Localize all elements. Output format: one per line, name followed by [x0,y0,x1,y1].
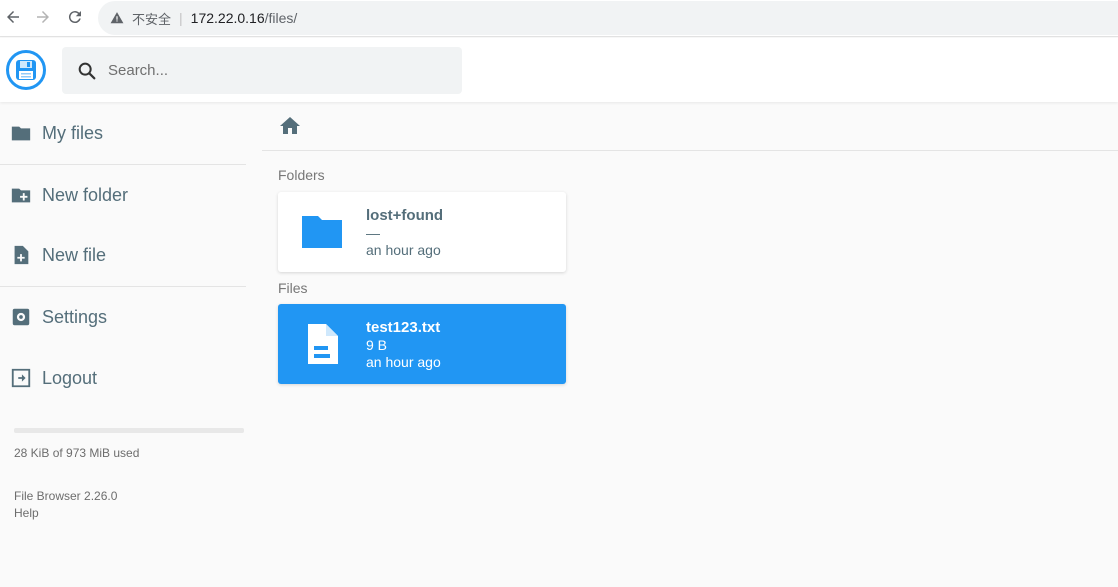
file-info: test123.txt 9 B an hour ago [366,318,441,371]
sidebar-item-logout[interactable]: Logout [0,354,246,402]
create-new-folder-icon [11,188,31,203]
folder-info: lost+found — an hour ago [366,206,443,259]
description-icon [278,314,366,374]
folder-name: lost+found [366,206,444,224]
app-header [0,38,1118,102]
url-host: 172.22.0.16 [190,10,265,26]
breadcrumb-divider [262,150,1118,151]
sidebar-item-new-folder[interactable]: New folder [0,171,246,219]
filebrowser-logo-icon[interactable] [6,50,46,90]
sidebar-item-settings[interactable]: Settings [0,293,246,341]
insecure-label: 不安全 [132,11,172,27]
help-link[interactable]: Help [14,505,117,522]
file-name: test123.txt [366,318,441,336]
sidebar-item-label: New file [42,244,107,265]
sidebar-divider [0,286,246,287]
folder-modified: an hour ago [366,241,441,258]
sidebar-item-label: Logout [42,367,98,388]
folder-size: — [366,224,380,241]
sidebar-item-label: Settings [42,306,108,327]
folder-icon [11,126,31,141]
settings-icon [12,308,30,326]
sidebar-item-new-file[interactable]: New file [0,231,246,279]
search-input[interactable] [108,62,438,79]
files-heading: Files [278,280,308,296]
home-icon[interactable] [278,114,302,138]
sidebar: My files New folder New file Settings Lo… [0,102,246,587]
address-bar[interactable]: 不安全 | 172.22.0.16/files/ [98,1,1118,35]
file-modified: an hour ago [366,353,441,370]
sidebar-divider [0,164,246,165]
footer-info: File Browser 2.26.0 Help [14,488,117,522]
search-box[interactable] [62,47,462,94]
warning-icon [110,12,124,24]
storage-usage-bar [14,428,244,433]
folders-heading: Folders [278,167,325,183]
url-path: /files/ [264,10,298,26]
folder-icon [278,208,366,256]
file-size: 9 B [366,336,388,353]
version-label: File Browser 2.26.0 [14,489,118,503]
sidebar-item-label: New folder [42,184,129,205]
back-arrow-icon[interactable] [2,6,24,28]
url-separator: | [179,10,183,26]
exit-icon [11,368,31,388]
file-listing: Folders lost+found — an hour ago Files t… [262,102,1118,587]
browser-toolbar: 不安全 | 172.22.0.16/files/ [0,0,1118,37]
folder-item[interactable]: lost+found — an hour ago [278,192,566,272]
file-item[interactable]: test123.txt 9 B an hour ago [278,304,566,384]
note-add-icon [14,245,29,265]
storage-usage-text: 28 KiB of 973 MiB used [14,446,140,460]
search-icon [78,62,96,79]
forward-arrow-icon[interactable] [32,6,54,28]
sidebar-item-my-files[interactable]: My files [0,109,246,157]
sidebar-item-label: My files [42,122,104,143]
reload-icon[interactable] [64,6,86,28]
